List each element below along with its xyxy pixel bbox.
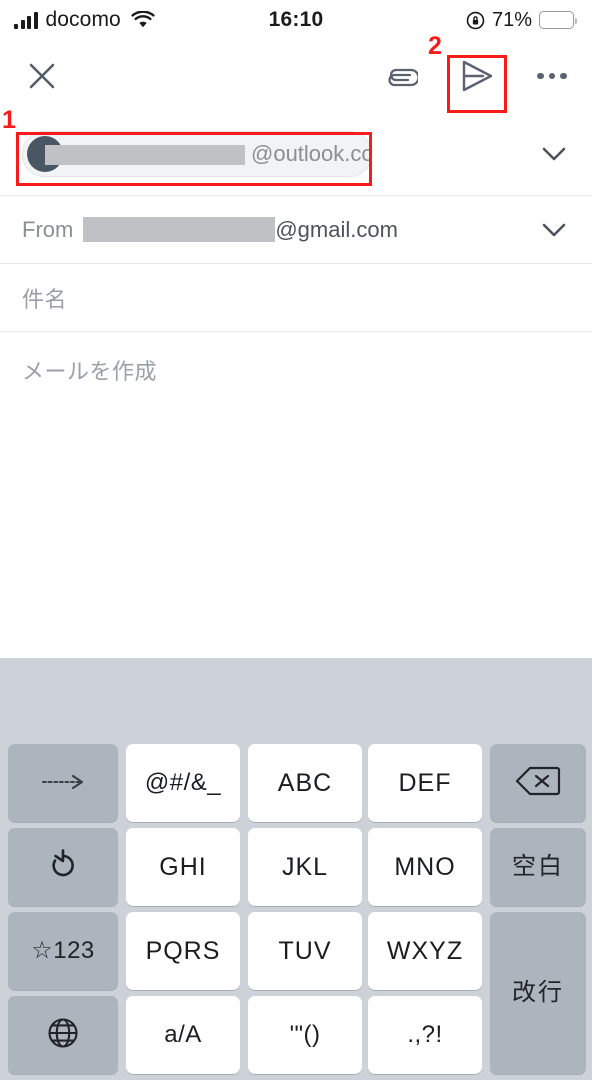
carrier-label: docomo <box>45 8 121 31</box>
from-sender-field[interactable]: From @gmail.com <box>0 196 592 264</box>
more-options-icon <box>537 72 567 80</box>
tuv-key-label: TUV <box>278 936 332 965</box>
status-bar: docomo 16:10 71% <box>0 0 592 40</box>
recipient-chip[interactable]: @outlook.com <box>22 130 372 177</box>
signal-bars-icon <box>14 11 38 29</box>
ghi-key-label: GHI <box>159 852 207 881</box>
case-toggle-key[interactable]: a/A <box>126 996 240 1074</box>
compose-form: @outlook.com From @gmail.com 件名 メールを作成 <box>0 112 592 592</box>
case-toggle-key-label: a/A <box>164 1021 202 1048</box>
quotes-brackets-key-label: '"() <box>289 1021 321 1048</box>
cursor-right-key-label <box>37 771 89 796</box>
from-label: From <box>22 216 74 242</box>
jkl-key-label: JKL <box>281 852 329 881</box>
attach-button[interactable] <box>372 40 430 112</box>
tuv-key[interactable]: TUV <box>248 912 362 990</box>
body-field[interactable]: メールを作成 <box>0 332 592 592</box>
keyboard-suggestion-strip[interactable] <box>0 658 592 742</box>
wxyz-key-label: WXYZ <box>386 936 464 965</box>
def-key-label: DEF <box>398 768 452 797</box>
recipient-redaction-bar <box>45 144 245 165</box>
punctuation-key-label: .,?! <box>407 1021 443 1048</box>
symbols-numbers-key[interactable]: ☆123 <box>8 912 118 990</box>
recipient-domain-label: @outlook.com <box>251 140 371 166</box>
send-paper-plane-icon <box>462 60 493 92</box>
undo-key-label <box>46 848 80 887</box>
undo-key[interactable] <box>8 828 118 906</box>
battery-percentage: 71% <box>491 8 532 31</box>
mno-key[interactable]: MNO <box>368 828 482 906</box>
send-button[interactable] <box>444 40 510 112</box>
close-button[interactable] <box>14 40 70 112</box>
subject-placeholder: 件名 <box>22 286 68 312</box>
return-key-label: 改行 <box>512 979 564 1006</box>
space-key[interactable]: 空白 <box>490 828 586 906</box>
abc-key-label: ABC <box>277 768 333 797</box>
chevron-down-icon <box>542 147 566 160</box>
close-x-icon <box>29 63 55 89</box>
punctuation-key[interactable]: .,?! <box>368 996 482 1074</box>
globe-language-key[interactable] <box>8 996 118 1074</box>
pqrs-key-label: PQRS <box>145 936 221 965</box>
body-placeholder: メールを作成 <box>22 359 158 384</box>
status-bar-left: docomo <box>14 8 155 32</box>
space-key-label: 空白 <box>512 853 564 880</box>
to-recipient-field[interactable]: @outlook.com <box>0 112 592 196</box>
status-bar-right: 71% <box>466 8 578 32</box>
wifi-icon <box>131 11 155 28</box>
mno-key-label: MNO <box>394 852 456 881</box>
battery-icon <box>539 11 578 29</box>
backspace-key[interactable] <box>490 744 586 822</box>
backspace-key-label <box>515 765 561 802</box>
subject-field[interactable]: 件名 <box>0 264 592 332</box>
globe-language-key-label <box>46 1016 80 1055</box>
backspace-icon <box>515 766 561 795</box>
jkl-key[interactable]: JKL <box>248 828 362 906</box>
arrow-right-icon <box>42 774 84 789</box>
more-options-button[interactable] <box>524 40 580 112</box>
paperclip-icon <box>388 68 418 87</box>
globe-icon <box>48 1017 78 1048</box>
symbols-key[interactable]: @#/&_ <box>126 744 240 822</box>
onscreen-keyboard: @#/&_ ABC DEF GHI JKL MNO 空白 ☆123 PQRS TUV WXYZ 改行 a… <box>0 658 592 1080</box>
def-key[interactable]: DEF <box>368 744 482 822</box>
keyboard-key-grid: @#/&_ ABC DEF GHI JKL MNO 空白 ☆123 PQRS TUV WXYZ 改行 a… <box>0 742 592 1080</box>
pqrs-key[interactable]: PQRS <box>126 912 240 990</box>
abc-key[interactable]: ABC <box>248 744 362 822</box>
quotes-brackets-key[interactable]: '"() <box>248 996 362 1074</box>
rotation-lock-icon <box>466 11 485 29</box>
cursor-right-key[interactable] <box>8 744 118 822</box>
ghi-key[interactable]: GHI <box>126 828 240 906</box>
symbols-numbers-key-label: ☆123 <box>31 937 95 964</box>
from-expand-button[interactable] <box>532 208 576 252</box>
wxyz-key[interactable]: WXYZ <box>368 912 482 990</box>
to-expand-button[interactable] <box>532 132 576 176</box>
undo-icon <box>52 848 74 876</box>
from-domain-label: @gmail.com <box>275 216 398 242</box>
return-key[interactable]: 改行 <box>490 912 586 1074</box>
chevron-down-icon <box>542 223 566 236</box>
symbols-key-label: @#/&_ <box>144 769 222 796</box>
compose-toolbar <box>0 40 592 112</box>
from-redaction-bar <box>83 217 276 242</box>
